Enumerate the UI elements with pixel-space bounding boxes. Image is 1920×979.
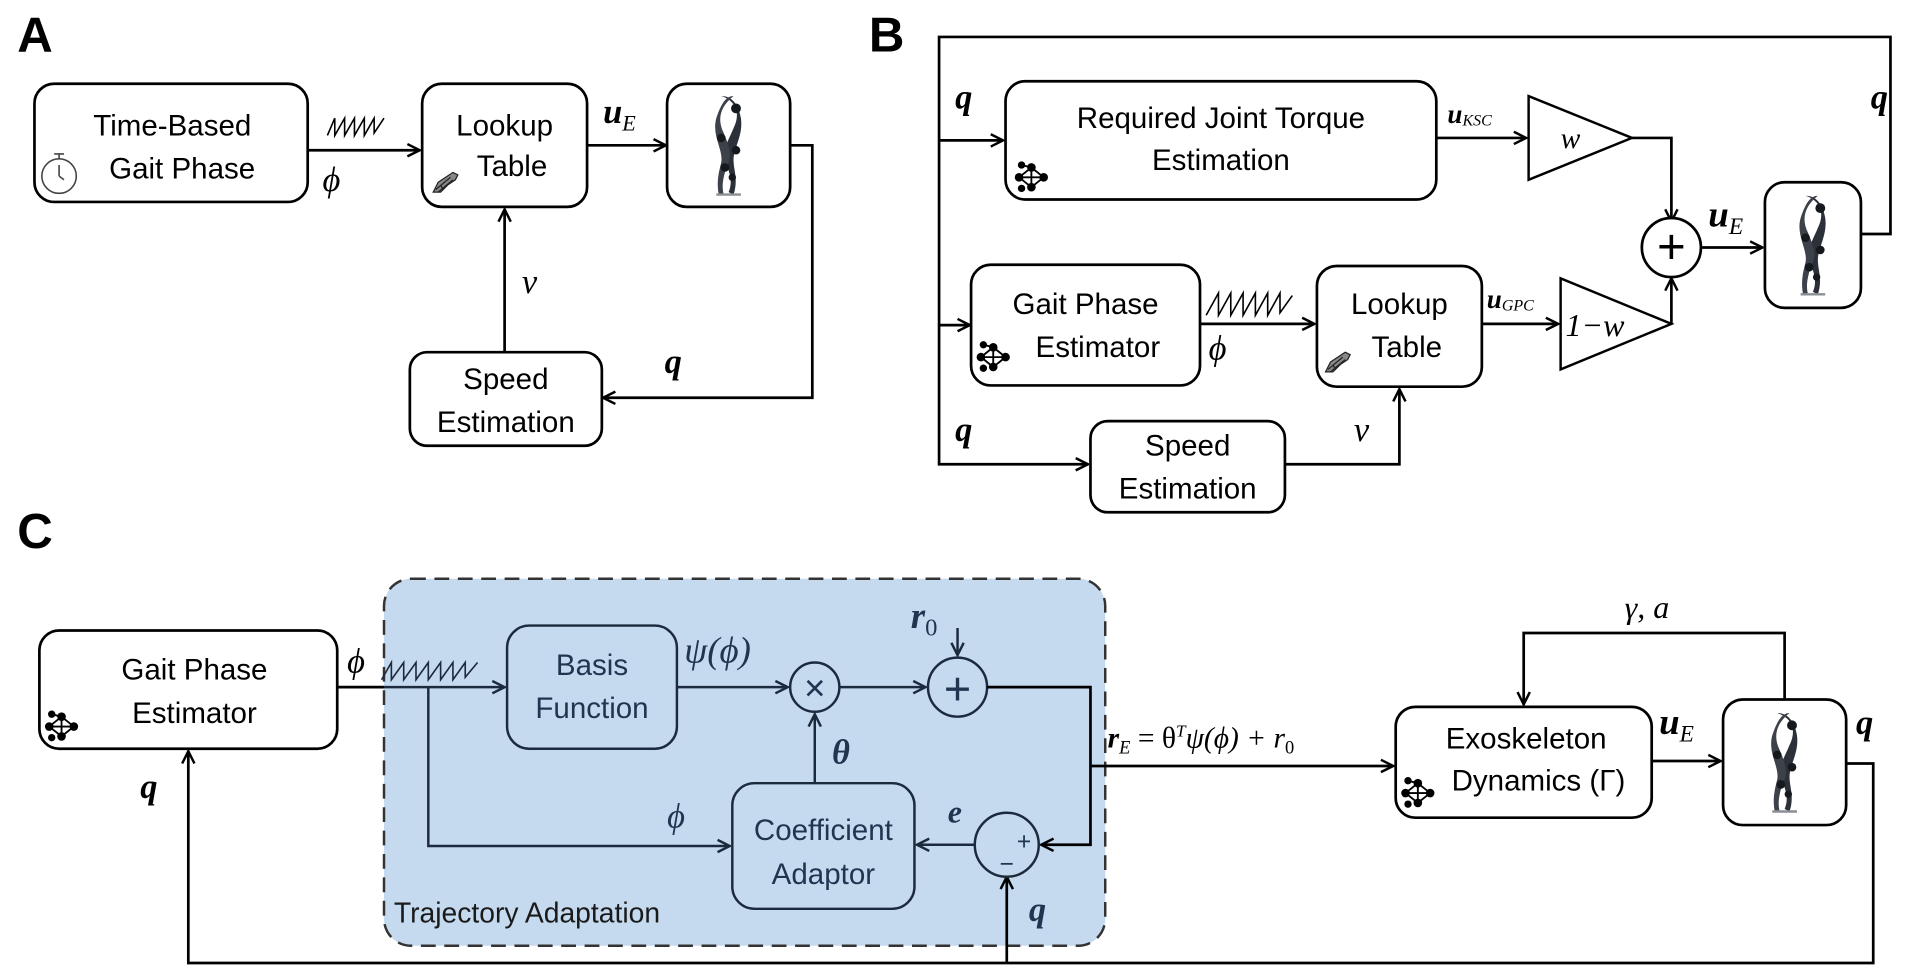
exoskeleton-block-a xyxy=(665,82,792,209)
subtract-junction: + − xyxy=(973,811,1040,879)
gait-phase-estimator-block-b: Gait Phase Estimator xyxy=(969,263,1202,387)
arrow-w-to-sum xyxy=(1632,136,1671,222)
block-text: Table xyxy=(1371,331,1442,364)
block-text: Exoskeleton xyxy=(1446,723,1607,756)
time-based-gait-phase-block: Time-Based Gait Phase xyxy=(33,82,310,204)
block-text: Lookup xyxy=(1351,288,1448,321)
block-text: Gait Phase xyxy=(1013,288,1159,321)
panel-label-a: A xyxy=(17,8,53,63)
block-text: Estimation xyxy=(1119,473,1257,506)
signal-theta: θ xyxy=(832,733,850,771)
signal-speed-a: v xyxy=(522,263,538,301)
signal-phase-a: ϕ xyxy=(322,161,340,199)
lookup-table-block-a: Lookup Table xyxy=(420,82,589,209)
signal-reference-equation: rE = θTψ(ϕ) + r0 xyxy=(1108,721,1295,757)
block-text: Estimation xyxy=(1152,144,1290,177)
block-text: Gait Phase xyxy=(121,654,267,687)
signal-joint-b-right: q xyxy=(1871,78,1888,116)
panel-c: C Trajectory Adaptation q q q Gait Phase… xyxy=(17,504,1875,965)
signal-joint-b-bottom: q xyxy=(955,411,972,449)
block-text: Dynamics (Γ) xyxy=(1452,765,1626,798)
svg-text:+: + xyxy=(944,662,971,714)
signal-psi: ψ(ϕ) xyxy=(684,630,751,672)
signal-speed-b: v xyxy=(1354,411,1370,449)
signal-u-gpc: uGPC xyxy=(1487,284,1534,314)
svg-text:+: + xyxy=(1657,220,1686,275)
summing-junction-b: + xyxy=(1640,216,1703,279)
block-text: Estimator xyxy=(1036,331,1161,364)
arrow-speed-b xyxy=(1284,389,1399,466)
signal-gamma-a: γ, a xyxy=(1625,589,1670,625)
block-text: Required Joint Torque xyxy=(1077,102,1365,135)
signal-control-c: uE xyxy=(1659,701,1694,747)
block-text: Adaptor xyxy=(772,858,876,891)
block-text: Coefficient xyxy=(754,814,893,847)
coefficient-adaptor-block: Coefficient Adaptor xyxy=(731,781,916,911)
region-label: Trajectory Adaptation xyxy=(394,896,660,928)
signal-joint-a: q xyxy=(665,343,682,381)
signal-joint-b-top: q xyxy=(955,78,972,116)
signal-joint-c-sub: q xyxy=(1029,891,1046,929)
panel-label-c: C xyxy=(17,504,53,559)
panel-label-b: B xyxy=(869,8,905,63)
gait-phase-estimator-block-c: Gait Phase Estimator xyxy=(38,629,339,751)
speed-estimation-block-b: Speed Estimation xyxy=(1089,419,1287,514)
signal-joint-c-right: q xyxy=(1856,704,1873,742)
signal-phase-c: ϕ xyxy=(347,642,365,680)
block-text: Speed xyxy=(1145,430,1230,463)
signal-error: e xyxy=(948,794,962,830)
svg-text:−: − xyxy=(1000,851,1014,878)
signal-phase-b: ϕ xyxy=(1209,330,1227,368)
sawtooth-icon xyxy=(1205,289,1293,319)
exoskeleton-block-b xyxy=(1763,180,1863,310)
arrow-gamma-a xyxy=(1524,631,1786,704)
panel-a: A Time-Based Gait Phase ϕ Lookup Table u… xyxy=(17,8,814,448)
add-junction: + xyxy=(926,656,989,718)
speed-estimation-block-a: Speed Estimation xyxy=(408,350,604,448)
block-text: Function xyxy=(535,692,648,725)
exoskeleton-block-c xyxy=(1721,698,1848,827)
block-text: Basis xyxy=(556,649,628,682)
signal-joint-c-left: q xyxy=(140,768,157,806)
block-text: Estimation xyxy=(437,406,575,439)
svg-text:+: + xyxy=(1017,829,1031,856)
sawtooth-icon xyxy=(326,115,385,139)
signal-control-a: uE xyxy=(603,93,636,135)
signal-control-b: uE xyxy=(1708,194,1743,240)
gain-label-w: w xyxy=(1561,123,1581,155)
gain-w: w xyxy=(1527,94,1636,182)
block-text: Lookup xyxy=(456,109,553,142)
multiply-junction: × xyxy=(788,661,841,714)
block-text: Time-Based xyxy=(93,109,251,142)
panel-b: B q q q Required Joint Torque Estimation… xyxy=(869,8,1892,514)
gain-one-minus-w: 1−w xyxy=(1559,276,1675,372)
block-text: Table xyxy=(477,150,548,183)
basis-function-block: Basis Function xyxy=(505,624,679,750)
lookup-table-block-b: Lookup Table xyxy=(1315,264,1484,389)
torque-estimation-block: Required Joint Torque Estimation xyxy=(1004,79,1438,201)
exoskeleton-dynamics-block: Exoskeleton Dynamics (Γ) xyxy=(1394,705,1654,820)
signal-phase-c-adaptor: ϕ xyxy=(667,798,685,836)
signal-u-ksc: uKSC xyxy=(1447,99,1492,129)
control-diagram-figure: A Time-Based Gait Phase ϕ Lookup Table u… xyxy=(17,8,1892,965)
block-text: Speed xyxy=(463,363,548,396)
gain-label-one-minus-w: 1−w xyxy=(1566,307,1626,343)
block-text: Estimator xyxy=(132,697,257,730)
svg-text:×: × xyxy=(804,668,826,709)
block-text: Gait Phase xyxy=(109,153,255,186)
